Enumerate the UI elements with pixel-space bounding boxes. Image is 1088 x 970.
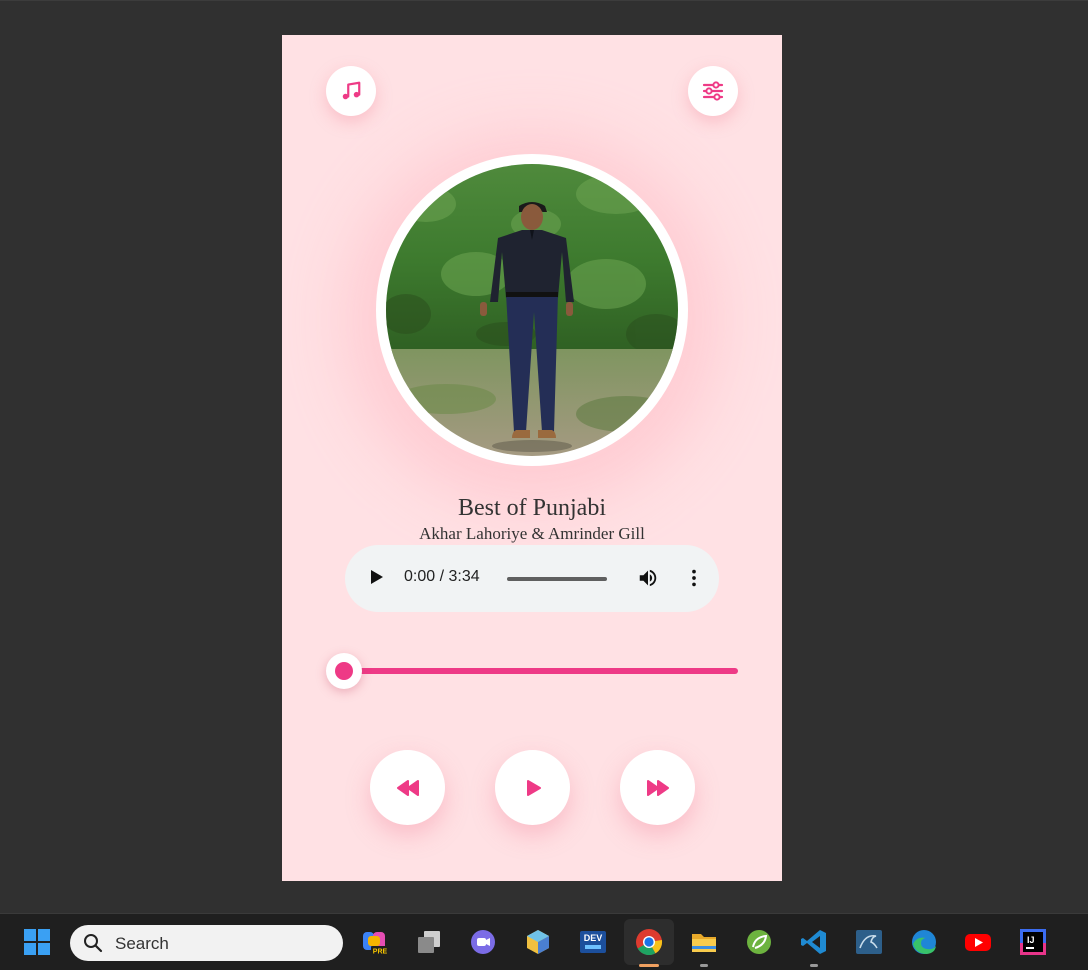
chrome-icon[interactable]: [635, 928, 663, 956]
search-label: Search: [115, 934, 169, 953]
audio-player[interactable]: 0:00 / 3:34: [345, 545, 719, 612]
pre-badge: PRE: [373, 949, 388, 956]
taskbar: Search PRE DEV IJ: [0, 913, 1088, 970]
music-note-icon: [342, 81, 361, 100]
album-art: [386, 164, 678, 456]
more-options-icon[interactable]: [683, 567, 705, 589]
rewind-icon: [396, 779, 419, 796]
spring-icon[interactable]: [745, 928, 773, 956]
youtube-icon[interactable]: [964, 928, 992, 956]
edge-icon[interactable]: [910, 928, 938, 956]
copilot-icon[interactable]: PRE: [361, 928, 389, 956]
progress-slider-thumb[interactable]: [326, 653, 362, 689]
fast-forward-button[interactable]: [620, 750, 695, 825]
song-artist: Akhar Lahoriye & Amrinder Gill: [419, 524, 645, 543]
teams-icon[interactable]: [469, 928, 497, 956]
music-player-card: Best of Punjabi Akhar Lahoriye & Amrinde…: [282, 35, 782, 881]
audio-play-icon[interactable]: [371, 570, 383, 584]
rewind-button[interactable]: [370, 750, 445, 825]
volume-icon[interactable]: [637, 567, 659, 589]
fast-forward-icon: [646, 779, 669, 796]
windows-start-icon[interactable]: [23, 928, 51, 956]
audio-seek-bar[interactable]: [507, 577, 607, 581]
app-cube-icon[interactable]: [524, 928, 552, 956]
task-view-icon[interactable]: [415, 928, 443, 956]
mysql-icon[interactable]: [855, 928, 883, 956]
intellij-icon[interactable]: IJ: [1019, 928, 1047, 956]
search-icon: [84, 934, 103, 953]
file-explorer-icon[interactable]: [690, 928, 718, 956]
play-icon: [526, 779, 541, 796]
song-title: Best of Punjabi: [458, 495, 606, 521]
dev-badge: DEV: [584, 933, 603, 943]
album-art-frame: [376, 154, 688, 466]
progress-slider-thumb-dot: [335, 662, 353, 680]
vscode-running-indicator: [810, 964, 818, 967]
audio-time: 0:00 / 3:34: [404, 568, 480, 585]
vscode-icon[interactable]: [800, 928, 828, 956]
sliders-icon: [702, 81, 724, 101]
taskbar-search[interactable]: Search: [70, 925, 343, 961]
play-button[interactable]: [495, 750, 570, 825]
chrome-running-indicator: [639, 964, 659, 967]
progress-slider-track[interactable]: [344, 668, 738, 674]
ij-badge: IJ: [1027, 935, 1035, 945]
settings-button[interactable]: [688, 66, 738, 116]
dev-home-icon[interactable]: DEV: [579, 928, 607, 956]
music-button[interactable]: [326, 66, 376, 116]
explorer-running-indicator: [700, 964, 708, 967]
